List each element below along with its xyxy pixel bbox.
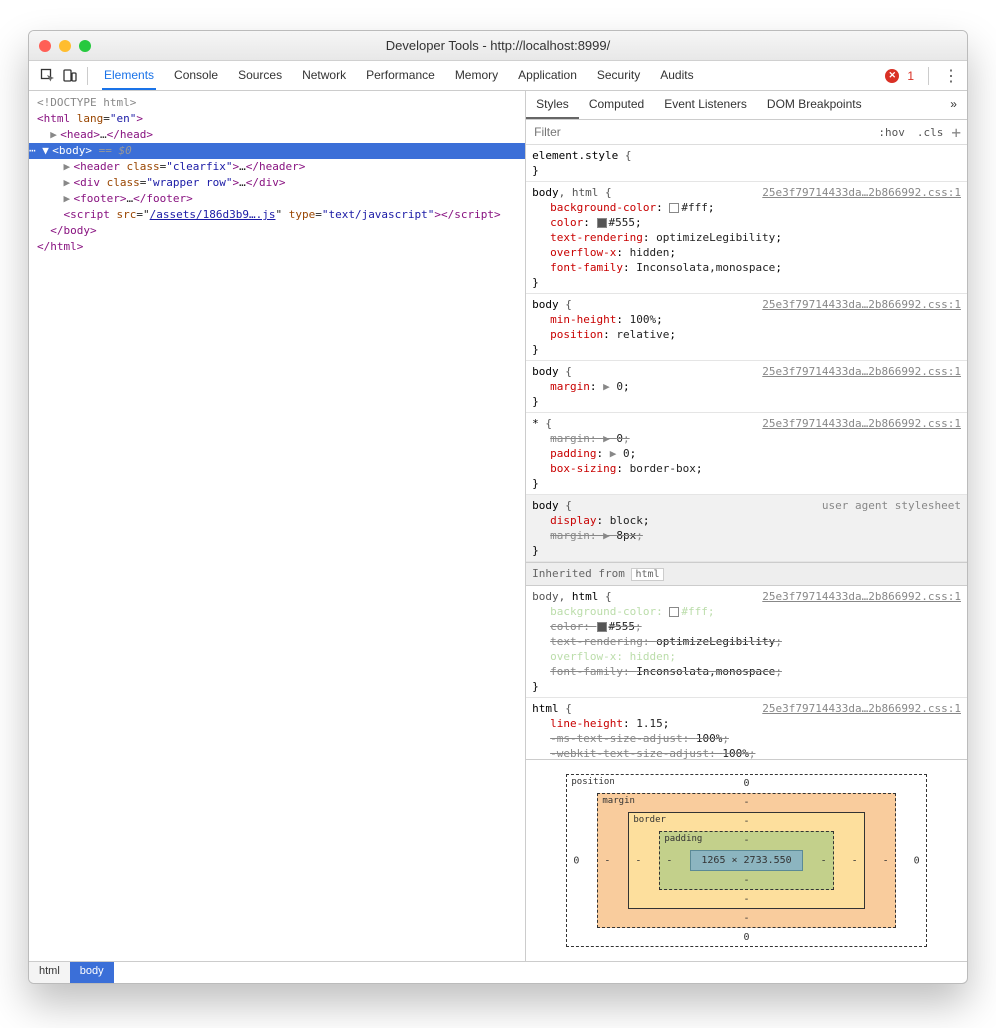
tab-console[interactable]: Console [172, 62, 220, 90]
style-rule[interactable]: 25e3f79714433da…2b866992.css:1body {min-… [526, 294, 967, 361]
titlebar: Developer Tools - http://localhost:8999/ [29, 31, 967, 61]
breadcrumb: htmlbody [29, 961, 967, 983]
style-rule[interactable]: element.style {} [526, 145, 967, 182]
rule-source[interactable]: 25e3f79714433da…2b866992.css:1 [762, 185, 961, 200]
styles-tab-dom-breakpoints[interactable]: DOM Breakpoints [757, 91, 872, 119]
main-tabs: Elements Console Sources Network Performance… [102, 62, 696, 90]
bm-margin: margin ---- border ---- padding ---- 126… [597, 793, 895, 928]
dom-html[interactable]: <html lang="en"> [37, 111, 525, 127]
device-icon[interactable] [59, 65, 81, 87]
styles-rules[interactable]: element.style {}25e3f79714433da…2b866992… [526, 145, 967, 759]
box-model: position 0000 margin ---- border ---- pa… [526, 759, 967, 961]
crumb-body[interactable]: body [70, 962, 114, 983]
bm-position: position 0000 margin ---- border ---- pa… [566, 774, 926, 947]
tab-memory[interactable]: Memory [453, 62, 500, 90]
rule-source[interactable]: user agent stylesheet [822, 498, 961, 513]
bm-padding: padding ---- 1265 × 2733.550 [659, 831, 833, 890]
elements-tree[interactable]: <!DOCTYPE html> <html lang="en"> ▶<head>… [29, 91, 526, 961]
dom-header[interactable]: ▶<header class="clearfix">…</header> [37, 159, 525, 175]
inherited-header: Inherited from html [526, 562, 967, 586]
styles-filter-row: :hov .cls + [526, 120, 967, 145]
styles-tab-event-listeners[interactable]: Event Listeners [654, 91, 757, 119]
crumb-html[interactable]: html [29, 962, 70, 983]
tab-elements[interactable]: Elements [102, 62, 156, 90]
styles-tabs: StylesComputedEvent ListenersDOM Breakpo… [526, 91, 967, 120]
dom-wrapper[interactable]: ▶<div class="wrapper row">…</div> [37, 175, 525, 191]
main-toolbar: Elements Console Sources Network Performance… [29, 61, 967, 91]
window-title: Developer Tools - http://localhost:8999/ [29, 38, 967, 53]
more-tabs-icon[interactable]: » [940, 91, 967, 119]
rule-source[interactable]: 25e3f79714433da…2b866992.css:1 [762, 297, 961, 312]
dom-body-close[interactable]: </body> [37, 223, 525, 239]
dom-footer[interactable]: ▶<footer>…</footer> [37, 191, 525, 207]
dom-head[interactable]: ▶<head>…</head> [37, 127, 525, 143]
tab-application[interactable]: Application [516, 62, 579, 90]
new-rule-icon[interactable]: + [951, 123, 961, 142]
rule-source[interactable]: 25e3f79714433da…2b866992.css:1 [762, 364, 961, 379]
rule-source[interactable]: 25e3f79714433da…2b866992.css:1 [762, 589, 961, 604]
tab-network[interactable]: Network [300, 62, 348, 90]
bm-border: border ---- padding ---- 1265 × 2733.550 [628, 812, 864, 909]
rule-source[interactable]: 25e3f79714433da…2b866992.css:1 [762, 416, 961, 431]
tab-sources[interactable]: Sources [236, 62, 284, 90]
style-rule[interactable]: 25e3f79714433da…2b866992.css:1body, html… [526, 182, 967, 294]
style-rule[interactable]: 25e3f79714433da…2b866992.css:1* {margin:… [526, 413, 967, 495]
cls-toggle[interactable]: .cls [913, 124, 948, 141]
dom-html-close[interactable]: </html> [37, 239, 525, 255]
error-count: 1 [907, 69, 914, 83]
bm-content: 1265 × 2733.550 [690, 850, 802, 871]
style-rule[interactable]: 25e3f79714433da…2b866992.css:1body, html… [526, 586, 967, 698]
style-rule[interactable]: user agent stylesheetbody {display: bloc… [526, 495, 967, 562]
separator [928, 67, 929, 85]
tab-security[interactable]: Security [595, 62, 642, 90]
dom-body-selected[interactable]: ⋯ ▼<body> == $0 [29, 143, 525, 159]
devtools-window: Developer Tools - http://localhost:8999/… [28, 30, 968, 984]
styles-pane: StylesComputedEvent ListenersDOM Breakpo… [526, 91, 967, 961]
styles-tab-computed[interactable]: Computed [579, 91, 654, 119]
error-badge-icon[interactable]: ✕ [885, 69, 899, 83]
more-icon[interactable]: ⋮ [943, 66, 959, 86]
styles-tab-styles[interactable]: Styles [526, 91, 579, 119]
tab-performance[interactable]: Performance [364, 62, 437, 90]
rule-source[interactable]: 25e3f79714433da…2b866992.css:1 [762, 701, 961, 716]
separator [87, 67, 88, 85]
dom-script[interactable]: <script src="/assets/186d3b9….js" type="… [37, 207, 525, 223]
inspect-icon[interactable] [37, 65, 59, 87]
dom-doctype[interactable]: <!DOCTYPE html> [37, 95, 525, 111]
style-rule[interactable]: 25e3f79714433da…2b866992.css:1body {marg… [526, 361, 967, 413]
hov-toggle[interactable]: :hov [874, 124, 909, 141]
tab-audits[interactable]: Audits [658, 62, 695, 90]
filter-input[interactable] [526, 120, 874, 144]
style-rule[interactable]: 25e3f79714433da…2b866992.css:1html {line… [526, 698, 967, 759]
